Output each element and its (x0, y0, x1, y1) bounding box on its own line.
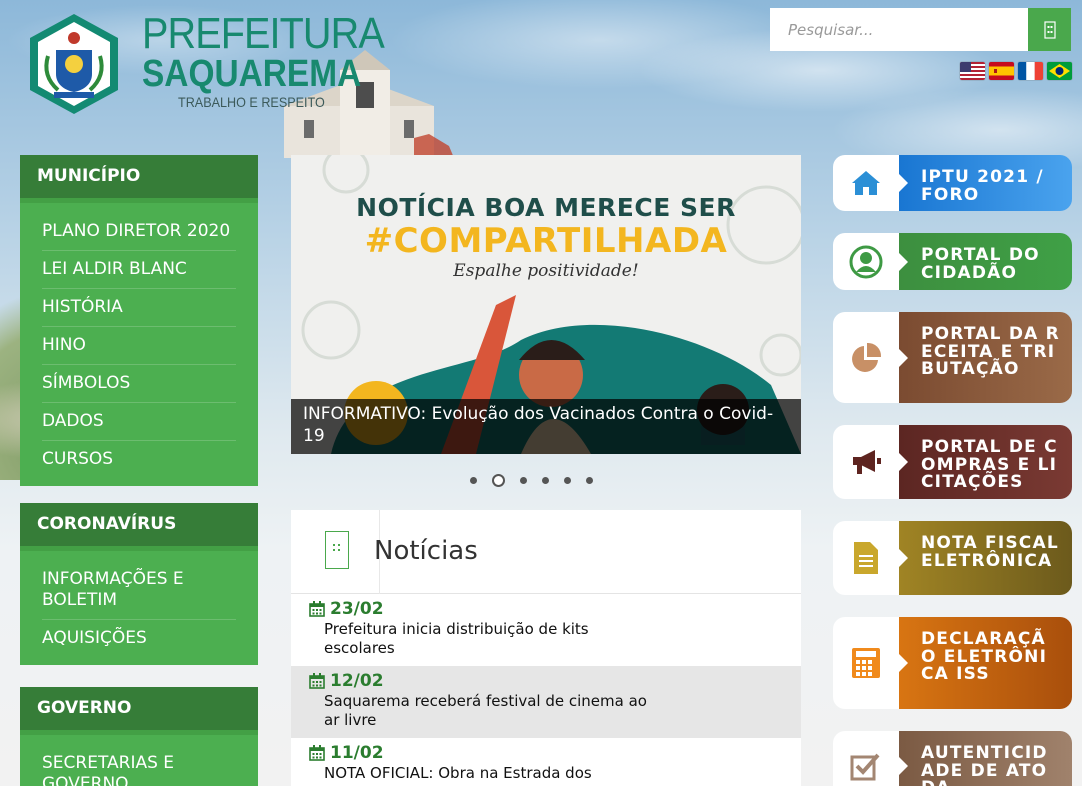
search-button[interactable] (1028, 8, 1071, 51)
service-portal-cidadao[interactable]: PORTAL DO CIDADÃO (833, 233, 1072, 290)
user-circle-icon (849, 245, 883, 278)
news-date: 11/02 (330, 743, 384, 763)
sidebar-heading: GOVERNO (20, 687, 258, 735)
calendar-icon (309, 601, 325, 617)
calendar-icon (309, 745, 325, 761)
news-date: 12/02 (330, 671, 384, 691)
sidebar-item-aquisicoes[interactable]: AQUISIÇÕES (42, 620, 236, 657)
english-flag[interactable] (960, 62, 985, 80)
search-box (770, 8, 1071, 51)
document-icon (854, 542, 878, 574)
carousel-dot-6[interactable] (586, 477, 593, 484)
banner-hashtag: #COMPARTILHADA (364, 221, 728, 261)
service-label: NOTA FISCAL ELETRÔNICA (899, 521, 1072, 595)
calculator-icon (852, 648, 880, 678)
news-headline[interactable]: NOTA OFICIAL: Obra na Estrada dos (309, 764, 659, 783)
sidebar-coronavirus: CORONAVÍRUS INFORMAÇÕES E BOLETIM AQUISI… (20, 503, 258, 665)
news-section-title: Notícias (374, 536, 478, 566)
news-item[interactable]: 23/02 Prefeitura inicia distribuição de … (291, 594, 801, 666)
search-icon (1043, 20, 1056, 39)
service-compras-licitacoes[interactable]: PORTAL DE COMPRAS E LICITAÇÕES (833, 425, 1072, 499)
sidebar-item-dados[interactable]: DADOS (42, 403, 236, 441)
banner-tagline: Espalhe positividade! (453, 261, 639, 281)
sidebar-item-plano-diretor[interactable]: PLANO DIRETOR 2020 (42, 213, 236, 251)
service-label: PORTAL DO CIDADÃO (899, 233, 1072, 290)
carousel-dot-5[interactable] (564, 477, 571, 484)
carousel-caption[interactable]: INFORMATIVO: Evolução dos Vacinados Cont… (291, 399, 801, 454)
spanish-flag[interactable] (989, 62, 1014, 80)
language-flags (960, 62, 1072, 80)
news-panel: Notícias 23/02 Prefeitura inicia distrib… (291, 510, 801, 786)
service-label: DECLARAÇÃO ELETRÔNICA ISS (899, 617, 1072, 709)
carousel-dot-4[interactable] (542, 477, 549, 484)
news-headline[interactable]: Prefeitura inicia distribuição de kits e… (309, 620, 659, 658)
sidebar-item-cursos[interactable]: CURSOS (42, 441, 236, 478)
brand-title: PREFEITURA (142, 9, 385, 58)
sidebar-item-historia[interactable]: HISTÓRIA (42, 289, 236, 327)
megaphone-icon (853, 450, 881, 474)
news-headline[interactable]: Saquarema receberá festival de cinema ao… (309, 692, 659, 730)
sidebar-municipio: MUNICÍPIO PLANO DIRETOR 2020 LEI ALDIR B… (20, 155, 258, 486)
search-input[interactable] (770, 8, 1028, 51)
sidebar-item-lei-aldir-blanc[interactable]: LEI ALDIR BLANC (42, 251, 236, 289)
service-portal-receita[interactable]: PORTAL DA RECEITA E TRIBUTAÇÃO (833, 312, 1072, 403)
news-carousel[interactable]: NOTÍCIA BOA MERECE SER #COMPARTILHADA Es… (291, 155, 801, 454)
service-iptu-foro[interactable]: IPTU 2021 / FORO (833, 155, 1072, 211)
sidebar-item-simbolos[interactable]: SÍMBOLOS (42, 365, 236, 403)
portuguese-flag[interactable] (1047, 62, 1072, 80)
checkbox-icon (850, 753, 880, 781)
news-date: 23/02 (330, 599, 384, 619)
service-label: IPTU 2021 / FORO (899, 155, 1072, 211)
newspaper-icon (325, 531, 349, 569)
news-item[interactable]: 12/02 Saquarema receberá festival de cin… (291, 666, 801, 738)
carousel-dot-1[interactable] (470, 477, 477, 484)
calendar-icon (309, 673, 325, 689)
news-item[interactable]: 11/02 NOTA OFICIAL: Obra na Estrada dos (291, 738, 801, 786)
sidebar-heading: CORONAVÍRUS (20, 503, 258, 551)
service-nota-fiscal[interactable]: NOTA FISCAL ELETRÔNICA (833, 521, 1072, 595)
sidebar-item-hino[interactable]: HINO (42, 327, 236, 365)
service-label: PORTAL DE COMPRAS E LICITAÇÕES (899, 425, 1072, 499)
home-icon (852, 171, 880, 195)
sidebar-item-secretarias[interactable]: SECRETARIAS E GOVERNO (42, 745, 236, 786)
service-declaracao-iss[interactable]: DECLARAÇÃO ELETRÔNICA ISS (833, 617, 1072, 709)
banner-headline: NOTÍCIA BOA MERECE SER (356, 193, 736, 222)
service-label: AUTENTICIDADE DE ATO DA (899, 731, 1072, 786)
french-flag[interactable] (1018, 62, 1043, 80)
brand-slogan: TRABALHO E RESPEITO (178, 94, 325, 110)
municipal-coat-of-arms-logo[interactable] (26, 12, 122, 116)
service-label: PORTAL DA RECEITA E TRIBUTAÇÃO (899, 312, 1072, 403)
sidebar-governo: GOVERNO SECRETARIAS E GOVERNO (20, 687, 258, 786)
brand-city-name: SAQUAREMA (142, 53, 362, 95)
sidebar-item-informacoes-boletim[interactable]: INFORMAÇÕES E BOLETIM (42, 561, 236, 620)
carousel-pagination (470, 474, 593, 487)
sidebar-heading: MUNICÍPIO (20, 155, 258, 203)
carousel-dot-3[interactable] (520, 477, 527, 484)
pie-chart-icon (852, 342, 882, 372)
carousel-dot-2[interactable] (492, 474, 505, 487)
service-autenticidade-ato[interactable]: AUTENTICIDADE DE ATO DA (833, 731, 1072, 786)
